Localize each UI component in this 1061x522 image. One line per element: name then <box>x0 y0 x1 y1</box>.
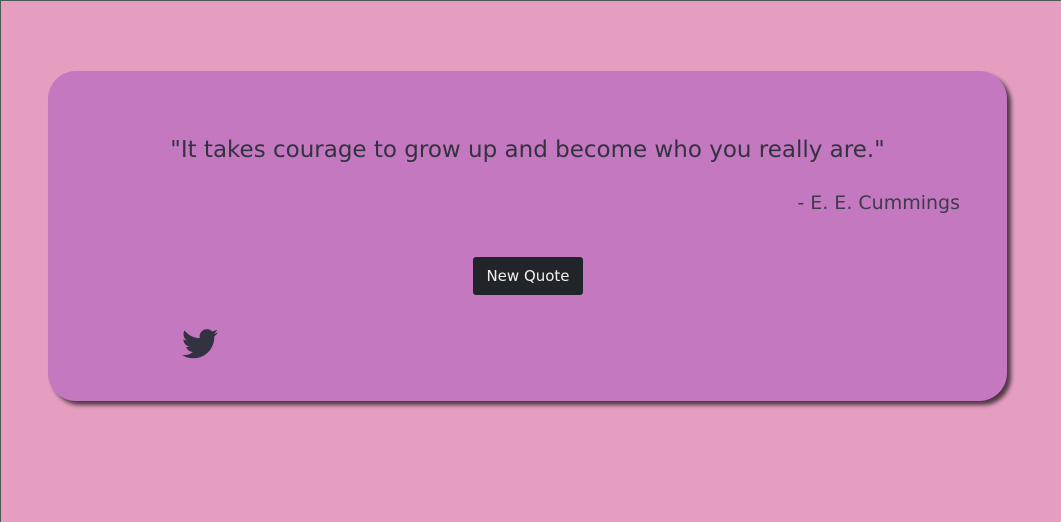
quote-card: "It takes courage to grow up and become … <box>48 71 1007 401</box>
quote-author: - E. E. Cummings <box>797 192 960 214</box>
new-quote-button[interactable]: New Quote <box>473 257 583 295</box>
tweet-quote-link[interactable] <box>182 328 218 360</box>
quote-text: "It takes courage to grow up and become … <box>170 137 885 163</box>
twitter-icon <box>182 328 218 360</box>
